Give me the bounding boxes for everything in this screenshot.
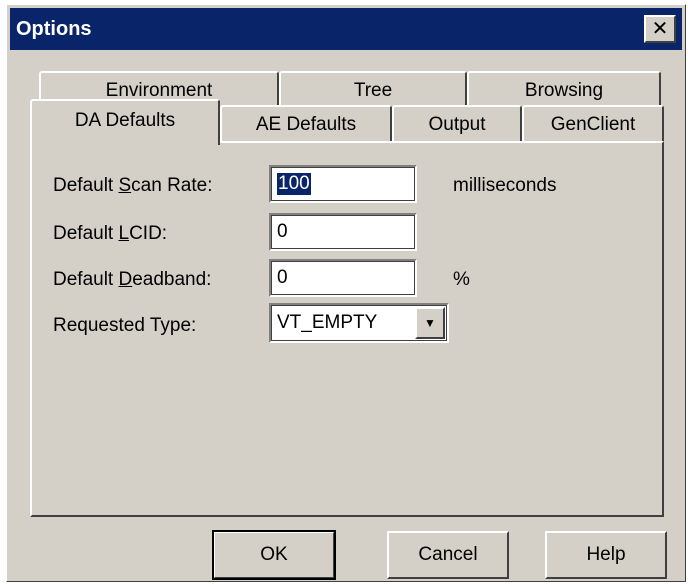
deadband-value: 0 xyxy=(277,267,288,288)
tab-tree[interactable]: Tree xyxy=(279,71,467,109)
tab-label: Browsing xyxy=(524,80,604,101)
tab-label: GenClient xyxy=(550,114,636,135)
scan-rate-unit: milliseconds xyxy=(453,175,557,196)
requested-type-select[interactable]: VT_EMPTY ▼ xyxy=(269,303,449,343)
tab-label: Output xyxy=(428,114,486,135)
tab-label: Environment xyxy=(105,80,213,101)
tab-output[interactable]: Output xyxy=(392,105,522,143)
options-dialog: Options ✕ Environment Tree Browsing DA D… xyxy=(6,4,686,582)
dropdown-arrow-button[interactable]: ▼ xyxy=(415,307,445,339)
tab-da-defaults[interactable]: DA Defaults xyxy=(30,99,220,145)
tab-label: AE Defaults xyxy=(255,114,357,135)
deadband-unit: % xyxy=(453,269,470,290)
help-button-label: Help xyxy=(586,544,626,565)
cancel-button[interactable]: Cancel xyxy=(387,531,509,579)
lcid-value: 0 xyxy=(277,221,288,242)
tab-label: Tree xyxy=(353,80,393,101)
tab-browsing[interactable]: Browsing xyxy=(467,71,661,109)
help-button[interactable]: Help xyxy=(545,531,667,579)
cancel-button-label: Cancel xyxy=(418,544,478,565)
lcid-input[interactable]: 0 xyxy=(269,213,417,251)
lcid-label: Default LCID: xyxy=(53,223,168,244)
close-icon: ✕ xyxy=(651,18,669,40)
title-bar[interactable]: Options ✕ xyxy=(10,8,682,50)
scan-rate-input[interactable]: 100 xyxy=(269,165,417,203)
close-button[interactable]: ✕ xyxy=(644,15,676,43)
chevron-down-icon: ▼ xyxy=(424,316,436,330)
tab-genclient[interactable]: GenClient xyxy=(522,105,664,143)
requested-type-value: VT_EMPTY xyxy=(277,312,378,333)
deadband-label: Default Deadband: xyxy=(53,269,212,290)
tab-ae-defaults[interactable]: AE Defaults xyxy=(220,105,392,143)
scan-rate-value: 100 xyxy=(277,173,311,195)
tab-label: DA Defaults xyxy=(74,110,176,131)
scan-rate-label: Default Scan Rate: xyxy=(53,175,213,196)
ok-button-label: OK xyxy=(260,544,288,565)
requested-type-label: Requested Type: xyxy=(53,315,197,336)
ok-button[interactable]: OK xyxy=(212,530,336,580)
dialog-title: Options xyxy=(16,17,92,40)
deadband-input[interactable]: 0 xyxy=(269,259,417,297)
